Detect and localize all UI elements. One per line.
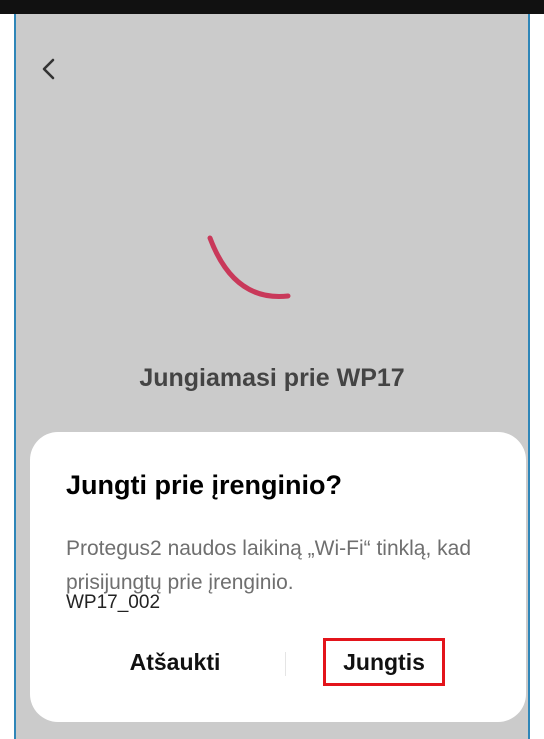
connecting-status-text: Jungiamasi prie WP17 xyxy=(139,364,405,392)
connect-dialog: Jungti prie įrenginio? Protegus2 naudos … xyxy=(30,432,526,722)
app-screen: Jungiamasi prie WP17 Jungti prie įrengin… xyxy=(14,14,530,739)
loading-spinner-icon xyxy=(192,224,292,324)
dialog-message: Protegus2 naudos laikiną „Wi-Fi“ tinklą,… xyxy=(66,537,472,594)
status-bar xyxy=(0,0,544,14)
dialog-title: Jungti prie įrenginio? xyxy=(66,470,342,500)
back-button[interactable] xyxy=(34,54,64,84)
connect-button[interactable]: Jungtis xyxy=(323,638,445,686)
cancel-button[interactable]: Atšaukti xyxy=(100,638,250,686)
dialog-button-bar: Atšaukti Jungtis xyxy=(30,632,526,692)
device-name: WP17_002 xyxy=(66,592,161,613)
chevron-left-icon xyxy=(42,58,55,80)
button-divider xyxy=(285,652,286,676)
phone-frame: Jungiamasi prie WP17 Jungti prie įrengin… xyxy=(0,0,544,739)
